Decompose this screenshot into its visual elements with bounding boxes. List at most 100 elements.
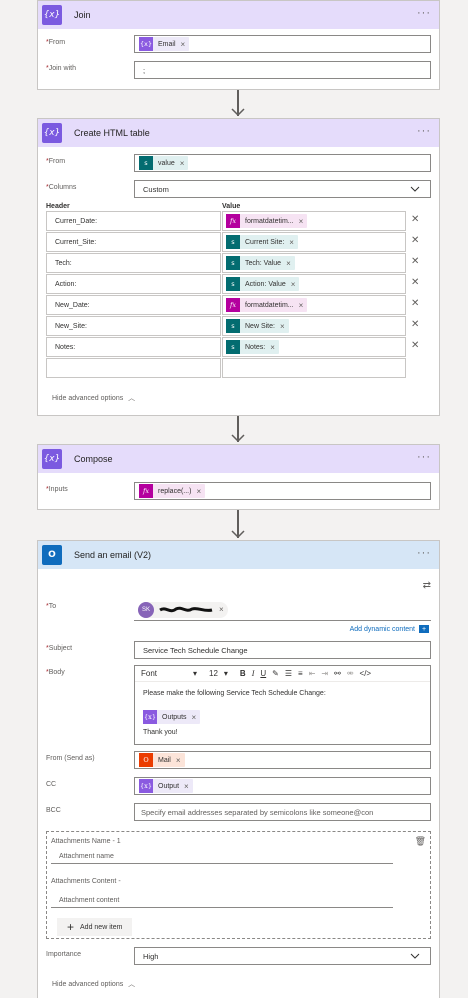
bold-icon[interactable]: B: [240, 669, 246, 678]
body-editor[interactable]: Font ▾ 12 ▾ B I U ✎ ☰ ≡ ⇤ ⇥ ⚯ ⚮ </> Please…: [134, 665, 431, 745]
decrease-indent-icon[interactable]: ⇤: [309, 669, 316, 678]
expression-token[interactable]: fx replace(...) ×: [139, 484, 206, 498]
function-icon: fx: [139, 484, 153, 498]
remove-token-icon[interactable]: ×: [176, 756, 181, 765]
remove-token-icon[interactable]: ×: [291, 280, 296, 289]
header-cell[interactable]: Notes:: [46, 337, 221, 357]
delete-row-icon[interactable]: ✕: [411, 256, 419, 267]
code-view-icon[interactable]: </>: [360, 669, 372, 678]
value-cell-empty[interactable]: [222, 358, 406, 378]
dynamic-content-token[interactable]: s Current Site: ×: [226, 235, 298, 249]
value-token[interactable]: s value ×: [139, 156, 189, 170]
compose-inputs-field[interactable]: fx replace(...) ×: [134, 482, 431, 500]
link-icon[interactable]: ⚯: [334, 669, 341, 678]
expression-token[interactable]: fx formatdatetim... ×: [226, 214, 308, 228]
delete-attachment-icon[interactable]: 🗑: [415, 836, 426, 847]
join-from-field[interactable]: {x} Email ×: [134, 35, 431, 53]
sharepoint-icon: s: [226, 277, 240, 291]
remove-token-icon[interactable]: ×: [299, 217, 304, 226]
output-token[interactable]: {x} Output ×: [139, 779, 193, 793]
font-family-dropdown[interactable]: Font ▾: [141, 669, 203, 678]
mail-token[interactable]: O Mail ×: [139, 753, 185, 767]
switch-mode-icon[interactable]: ⇄: [423, 580, 431, 591]
dynamic-content-token[interactable]: s New Site: ×: [226, 319, 289, 333]
attachments-group: 🗑 Attachments Name - 1 Attachment name A…: [46, 831, 431, 939]
header-cell[interactable]: Tech:: [46, 253, 221, 273]
italic-icon[interactable]: I: [252, 669, 255, 678]
delete-row-icon[interactable]: ✕: [411, 340, 419, 351]
flow-arrow: [231, 510, 245, 540]
delete-row-icon[interactable]: ✕: [411, 235, 419, 246]
remove-token-icon[interactable]: ×: [181, 40, 186, 49]
dynamic-content-token[interactable]: s Action: Value ×: [226, 277, 300, 291]
value-cell[interactable]: s New Site: ×: [222, 316, 406, 336]
value-cell[interactable]: s Current Site: ×: [222, 232, 406, 252]
send-email-card-header[interactable]: O Send an email (V2) ···: [38, 541, 439, 569]
html-table-card-header[interactable]: {x} Create HTML table ···: [38, 119, 439, 147]
from-send-as-field[interactable]: O Mail ×: [134, 751, 431, 769]
delete-row-icon[interactable]: ✕: [411, 319, 419, 330]
more-options-icon[interactable]: ···: [417, 452, 431, 463]
dynamic-content-token[interactable]: s Tech: Value ×: [226, 256, 295, 270]
remove-token-icon[interactable]: ×: [299, 301, 304, 310]
remove-token-icon[interactable]: ×: [280, 322, 285, 331]
attachment-name-input[interactable]: Attachment name: [51, 850, 393, 864]
delete-row-icon[interactable]: ✕: [411, 214, 419, 225]
delete-row-icon[interactable]: ✕: [411, 277, 419, 288]
font-size-dropdown[interactable]: 12 ▾: [209, 669, 234, 678]
header-cell[interactable]: New_Date:: [46, 295, 221, 315]
delete-row-icon[interactable]: ✕: [411, 298, 419, 309]
dynamic-content-token[interactable]: s Notes: ×: [226, 340, 279, 354]
more-options-icon[interactable]: ···: [417, 126, 431, 137]
outputs-token[interactable]: {x} Outputs ×: [143, 710, 201, 724]
cc-field[interactable]: {x} Output ×: [134, 777, 431, 795]
cc-label: CC: [46, 781, 57, 788]
bullet-list-icon[interactable]: ☰: [285, 669, 292, 678]
more-options-icon[interactable]: ···: [417, 8, 431, 19]
to-field[interactable]: SK ×: [134, 599, 431, 621]
hide-advanced-options-link[interactable]: Hide advanced options ︿: [52, 979, 135, 989]
header-cell[interactable]: Action:: [46, 274, 221, 294]
add-dynamic-content-link[interactable]: Add dynamic content +: [350, 625, 429, 633]
unlink-icon[interactable]: ⚮: [347, 669, 354, 678]
bcc-field[interactable]: Specify email addresses separated by sem…: [134, 803, 431, 821]
remove-token-icon[interactable]: ×: [180, 159, 185, 168]
remove-token-icon[interactable]: ×: [192, 713, 197, 722]
value-cell[interactable]: s Action: Value ×: [222, 274, 406, 294]
header-cell-empty[interactable]: [46, 358, 221, 378]
join-card-header[interactable]: {x} Join ···: [38, 1, 439, 29]
value-cell[interactable]: fx formatdatetim... ×: [222, 211, 406, 231]
numbered-list-icon[interactable]: ≡: [298, 669, 303, 678]
value-cell[interactable]: s Notes: ×: [222, 337, 406, 357]
value-cell[interactable]: fx formatdatetim... ×: [222, 295, 406, 315]
office-icon: O: [139, 753, 153, 767]
email-token[interactable]: {x} Email ×: [139, 37, 190, 51]
value-cell[interactable]: s Tech: Value ×: [222, 253, 406, 273]
compose-card-header[interactable]: {x} Compose ···: [38, 445, 439, 473]
remove-recipient-icon[interactable]: ×: [219, 605, 224, 614]
remove-token-icon[interactable]: ×: [196, 487, 201, 496]
header-cell[interactable]: Current_Site:: [46, 232, 221, 252]
remove-token-icon[interactable]: ×: [270, 343, 275, 352]
html-table-card-title: Create HTML table: [74, 128, 150, 138]
underline-icon[interactable]: U: [260, 669, 266, 678]
more-options-icon[interactable]: ···: [417, 548, 431, 559]
remove-token-icon[interactable]: ×: [289, 238, 294, 247]
highlight-icon[interactable]: ✎: [272, 669, 279, 678]
header-cell[interactable]: New_Site:: [46, 316, 221, 336]
remove-token-icon[interactable]: ×: [286, 259, 291, 268]
recipient-token[interactable]: SK ×: [138, 601, 228, 618]
hide-advanced-options-link[interactable]: Hide advanced options ︿: [52, 393, 135, 403]
remove-token-icon[interactable]: ×: [184, 782, 189, 791]
increase-indent-icon[interactable]: ⇥: [321, 669, 328, 678]
attachment-content-input[interactable]: Attachment content: [51, 894, 393, 908]
header-cell[interactable]: Curren_Date:: [46, 211, 221, 231]
flow-arrow: [231, 90, 245, 118]
expression-token[interactable]: fx formatdatetim... ×: [226, 298, 308, 312]
table-from-field[interactable]: s value ×: [134, 154, 431, 172]
importance-dropdown[interactable]: High: [134, 947, 431, 965]
subject-field[interactable]: Service Tech Schedule Change: [134, 641, 431, 659]
add-new-item-button[interactable]: + Add new item: [57, 918, 133, 936]
join-with-field[interactable]: ;: [134, 61, 431, 79]
columns-dropdown[interactable]: Custom: [134, 180, 431, 198]
